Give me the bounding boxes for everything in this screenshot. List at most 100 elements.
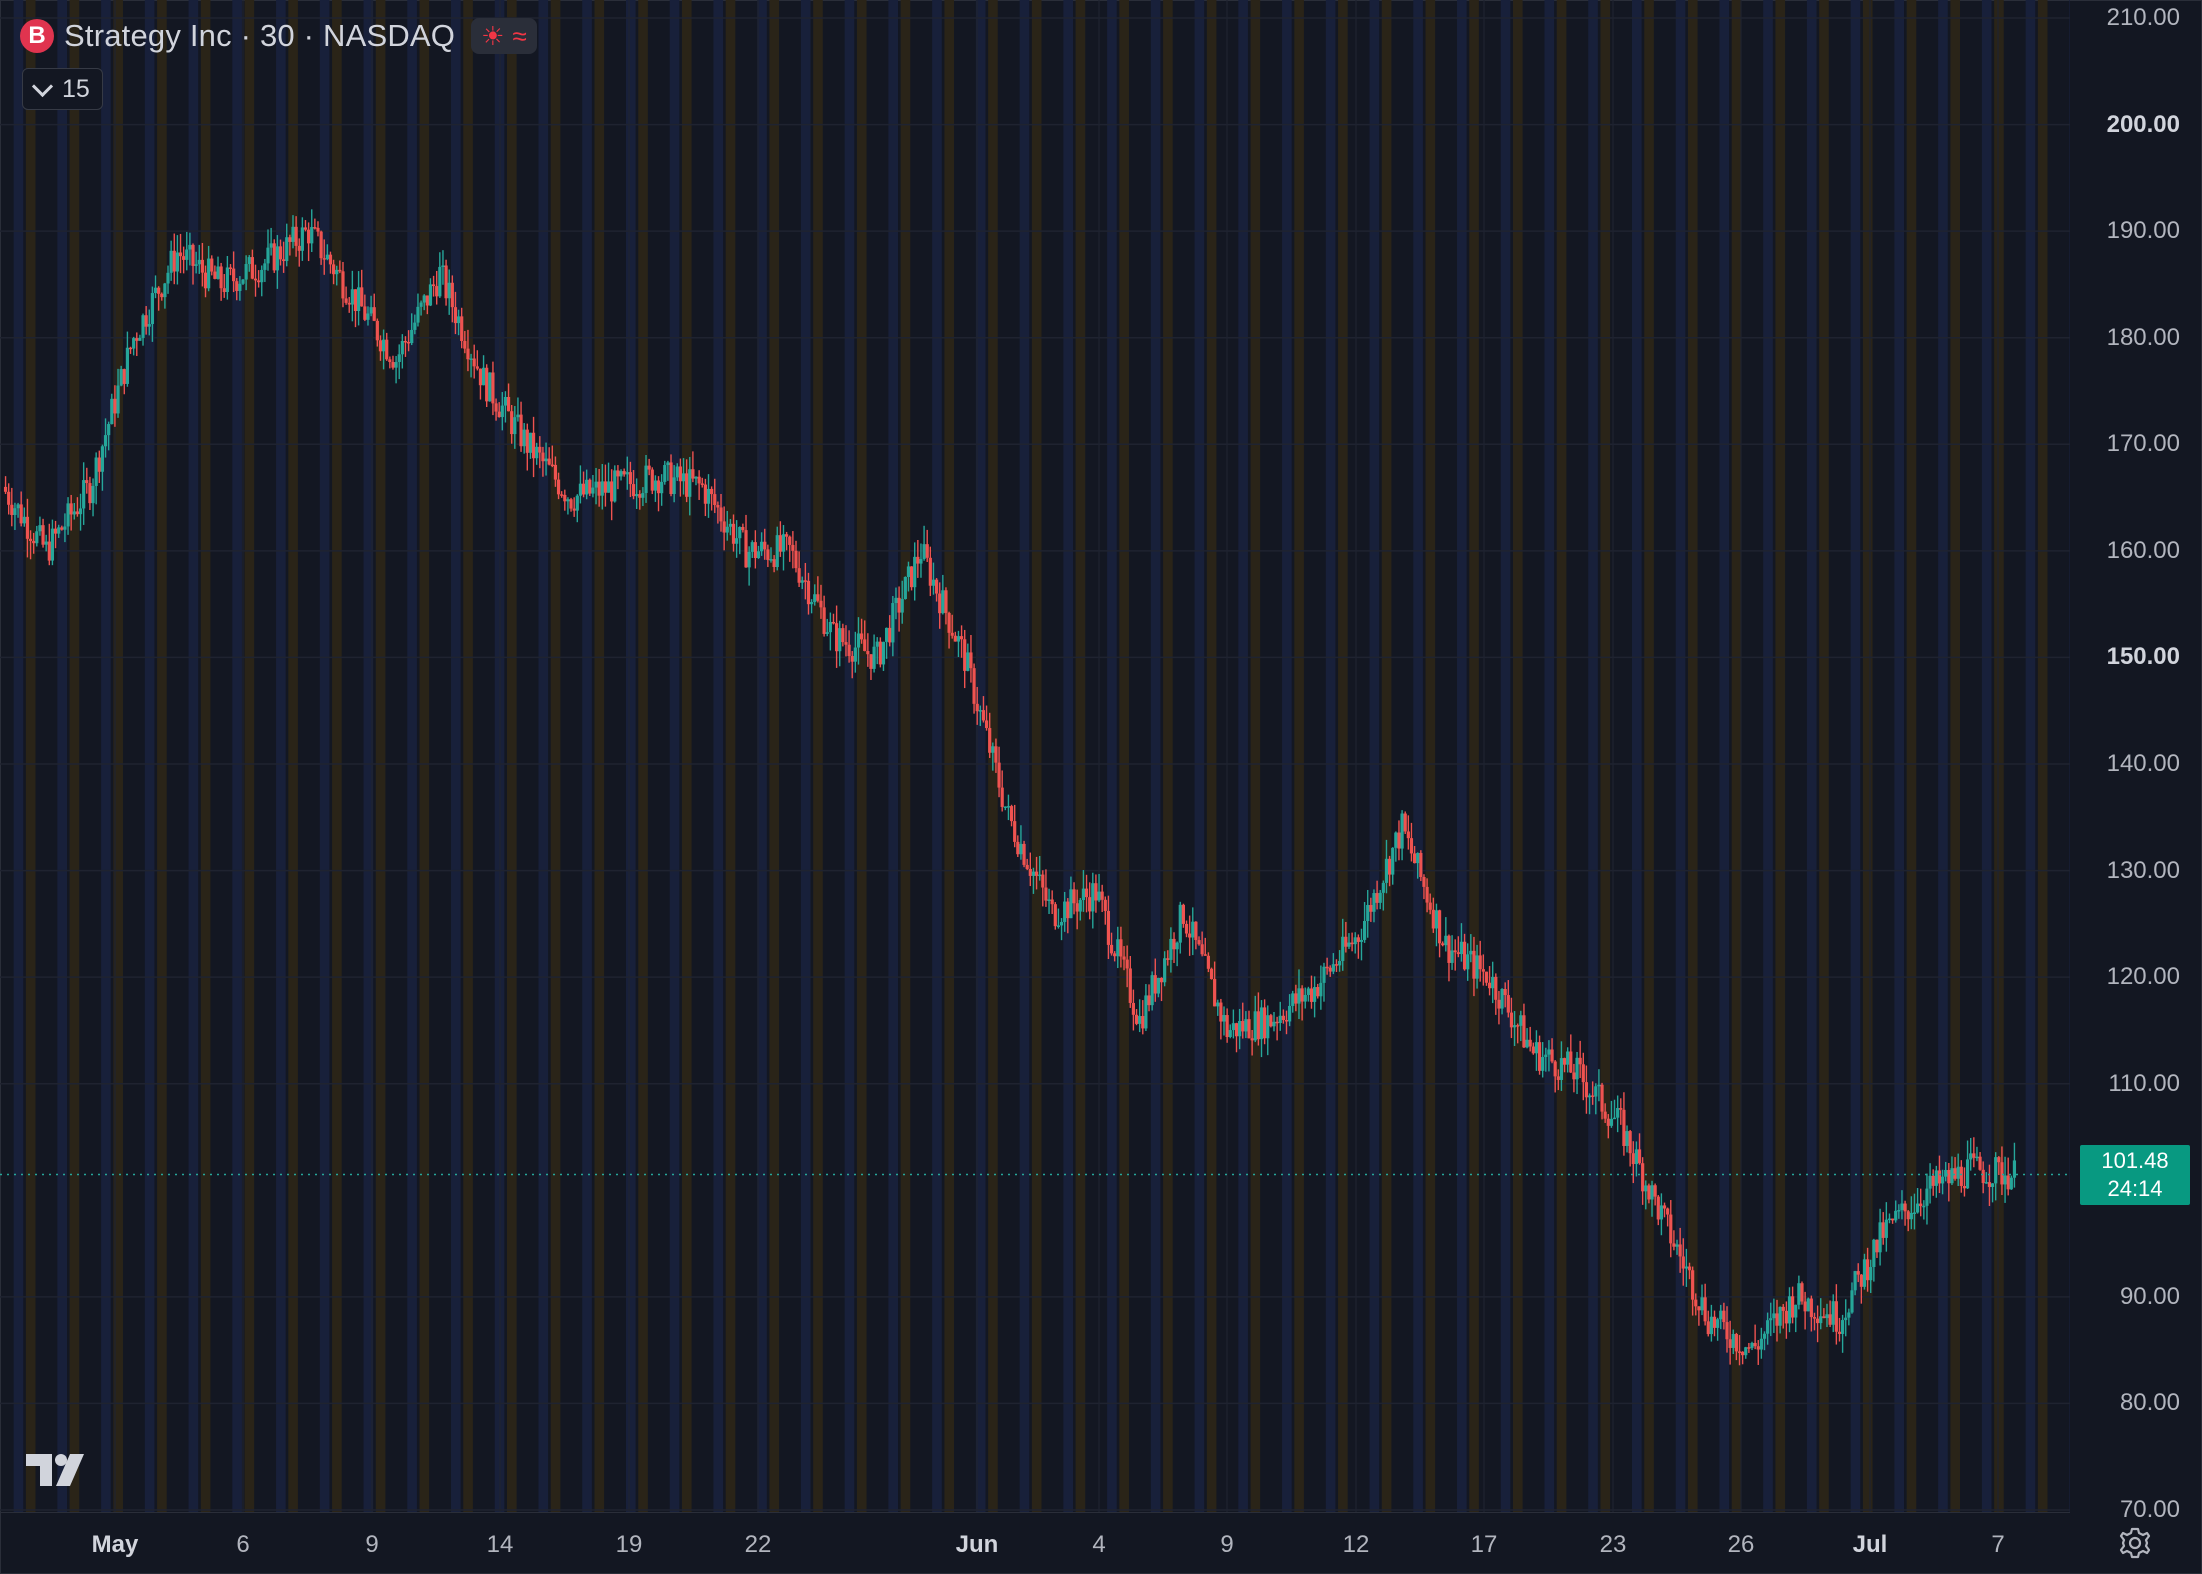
candle-body <box>153 287 158 294</box>
candle-body <box>394 362 398 368</box>
postmarket-band <box>1981 0 1992 1512</box>
candle-body <box>1606 1118 1610 1126</box>
candle-body <box>1944 1169 1948 1177</box>
postmarket-band <box>582 0 592 1512</box>
candle-body <box>1050 899 1054 905</box>
candle-body <box>1850 1290 1854 1313</box>
candle-body <box>1669 1214 1673 1244</box>
candle-body <box>1313 987 1317 1002</box>
candle-body <box>794 550 798 569</box>
candle-body <box>1831 1301 1835 1325</box>
candle-body <box>981 710 986 721</box>
candle-body <box>222 288 226 293</box>
candle-body <box>747 551 751 568</box>
candle-body <box>1562 1058 1567 1065</box>
candle-body <box>1297 988 1301 1004</box>
candle-body <box>122 369 126 384</box>
postmarket-band <box>101 0 111 1512</box>
candle-body <box>1772 1313 1776 1319</box>
candle-body <box>1359 939 1364 942</box>
candle-body <box>1291 993 1295 1006</box>
tradingview-logo-icon[interactable] <box>26 1452 90 1488</box>
postmarket-band <box>2025 0 2036 1512</box>
candle-body <box>185 249 189 260</box>
candle-body <box>1537 1042 1542 1071</box>
candle-body <box>1469 950 1473 955</box>
candle-body <box>781 534 786 552</box>
premarket-band <box>1381 0 1392 1512</box>
candle-body <box>1856 1271 1860 1275</box>
candle-body <box>1466 954 1470 970</box>
candle-body <box>397 354 401 363</box>
postmarket-band <box>800 0 811 1512</box>
candle-body <box>1425 886 1429 903</box>
candle-body <box>1106 910 1111 945</box>
gear-icon[interactable] <box>2118 1526 2152 1560</box>
last-price-value: 101.48 <box>2101 1147 2169 1173</box>
candle-body <box>1662 1205 1667 1209</box>
wave-icon: ≈ <box>512 20 527 51</box>
x-tick-label: 6 <box>236 1531 250 1558</box>
candle-body <box>1356 937 1360 942</box>
postmarket-band <box>1500 0 1511 1512</box>
candle-body <box>616 470 620 477</box>
symbol-legend[interactable]: B Strategy Inc · 30 · NASDAQ ☀ ≈ <box>20 18 537 54</box>
candle-body <box>835 623 839 652</box>
candle-body <box>997 762 1001 788</box>
candle-body <box>463 340 467 349</box>
candle-body <box>1806 1298 1810 1312</box>
candle-body <box>713 494 717 506</box>
candle-body <box>1878 1222 1882 1253</box>
candle-body <box>1972 1153 1976 1158</box>
candle-body <box>428 284 433 306</box>
candle-body <box>1516 1025 1520 1027</box>
premarket-band <box>332 0 342 1512</box>
plot-area[interactable] <box>0 0 2070 1512</box>
candle-body <box>1641 1163 1645 1192</box>
candle-body <box>447 282 451 299</box>
candle-body <box>800 580 804 583</box>
candle-body <box>1200 944 1204 955</box>
market-status-pill[interactable]: ☀ ≈ <box>471 18 537 54</box>
candle-body <box>619 471 623 477</box>
candle-body <box>1397 832 1401 849</box>
time-axis[interactable]: May 6 9 14 19 22 Jun 4 9 12 17 23 26 Jul 7 <box>0 1512 2070 1574</box>
premarket-band <box>1556 0 1567 1512</box>
candle-body <box>666 462 670 466</box>
candle-body <box>144 315 148 327</box>
candle-body <box>672 477 676 495</box>
candle-body <box>631 484 636 497</box>
candle-body <box>897 597 901 613</box>
candle-body <box>1163 958 1167 983</box>
candle-body <box>1816 1318 1820 1324</box>
candle-body <box>257 280 261 283</box>
candle-body <box>1428 902 1432 910</box>
candle-body <box>1263 1007 1267 1039</box>
y-tick-label: 110.00 <box>2108 1069 2180 1097</box>
postmarket-band <box>1238 0 1248 1512</box>
candle-body <box>1269 1015 1273 1027</box>
candle-body <box>194 264 198 266</box>
candle-body <box>44 541 48 545</box>
premarket-band <box>1206 0 1217 1512</box>
candle-body <box>756 551 761 559</box>
candle-body <box>85 480 89 484</box>
premarket-band <box>944 0 955 1512</box>
candle-body <box>1709 1316 1713 1335</box>
candle-body <box>1103 899 1107 911</box>
candle-body <box>741 526 745 531</box>
price-axis[interactable]: 70.00 80.00 90.00 110.00 120.00 130.00 140.00 1… <box>2070 0 2202 1523</box>
postmarket-band <box>451 0 461 1512</box>
candle-body <box>300 227 304 251</box>
candle-body <box>278 246 283 260</box>
candle-body <box>216 266 220 279</box>
candle-body <box>750 542 754 552</box>
candle-body <box>528 432 533 453</box>
symbol-title[interactable]: Strategy Inc · 30 · NASDAQ <box>64 18 455 54</box>
candle-body <box>1028 868 1032 876</box>
candle-body <box>1859 1274 1863 1287</box>
candle-body <box>569 499 573 509</box>
candle-body <box>560 494 564 496</box>
indicator-collapse-badge[interactable]: 15 <box>22 68 103 110</box>
candle-body <box>660 481 664 494</box>
